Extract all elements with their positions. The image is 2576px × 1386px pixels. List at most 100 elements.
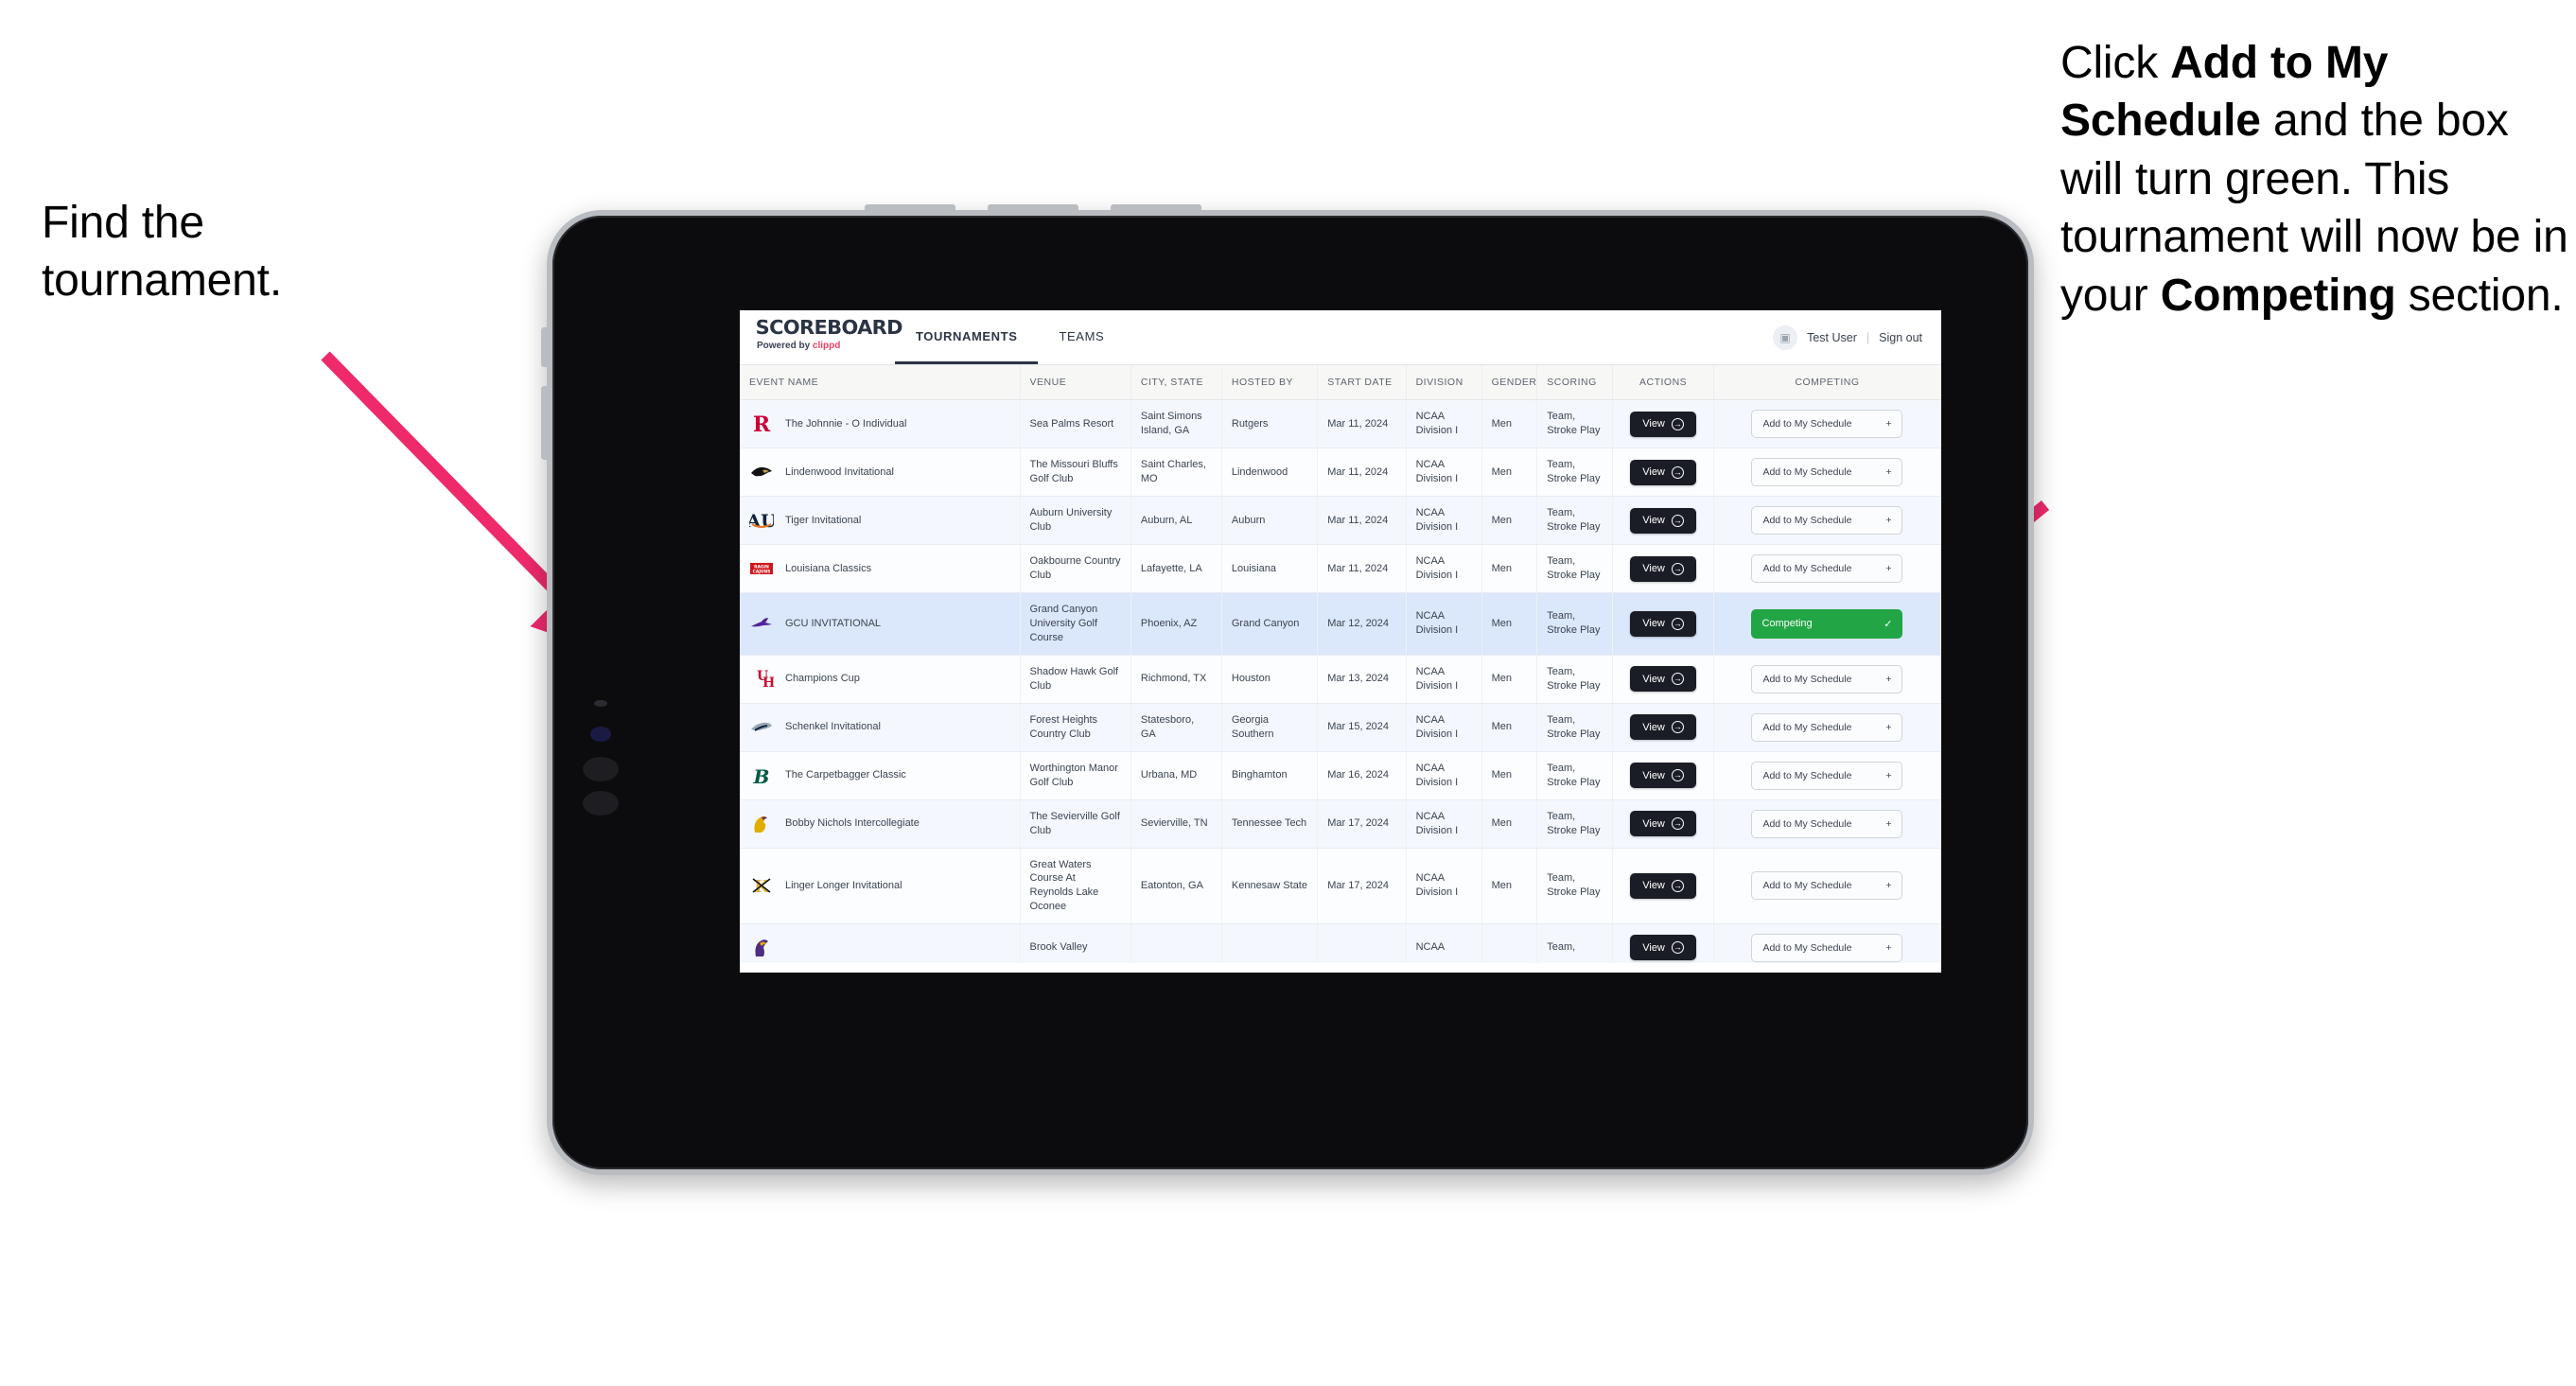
tablet-top-button-1[interactable] xyxy=(865,204,955,216)
cell-gender: Men xyxy=(1481,751,1538,800)
plus-icon: + xyxy=(1885,769,1892,781)
table-header-row: EVENT NAME VENUE CITY, STATE HOSTED BY START… xyxy=(740,365,1941,400)
view-button[interactable]: View → xyxy=(1630,811,1696,837)
cell-competing: Add to My Schedule + xyxy=(1713,496,1941,545)
cell-event-name: Schenkel Invitational xyxy=(740,703,1021,752)
column-header-scoring: SCORING xyxy=(1536,365,1614,400)
view-button[interactable]: View → xyxy=(1630,666,1696,693)
view-button-label: View xyxy=(1642,721,1665,733)
tablet-left-button-2[interactable] xyxy=(541,386,552,460)
event-name-label: Linger Longer Invitational xyxy=(785,879,902,891)
add-to-my-schedule-label: Add to My Schedule xyxy=(1762,721,1852,733)
event-name-label: Schenkel Invitational xyxy=(785,721,881,733)
brand-logo[interactable]: SCOREBOARD Powered by clippd xyxy=(740,310,903,364)
nav-tab-teams[interactable]: TEAMS xyxy=(1038,310,1125,364)
add-to-my-schedule-button[interactable]: Add to My Schedule + xyxy=(1751,410,1903,438)
cell-city-state: Saint Simons Island, GA xyxy=(1130,399,1222,448)
competing-label: Competing xyxy=(1761,618,1813,630)
annotation-right-part-3: Competing xyxy=(2160,270,2396,321)
table-row[interactable]: Bobby Nichols Intercollegiate The Sevierv… xyxy=(740,799,1941,849)
add-to-my-schedule-button[interactable]: Add to My Schedule + xyxy=(1751,458,1903,486)
cell-gender: Men xyxy=(1481,592,1538,656)
brand-tagline: Powered by clippd xyxy=(757,341,882,351)
cell-hosted-by: Auburn xyxy=(1221,496,1319,545)
cell-actions: View → xyxy=(1612,848,1714,924)
cell-gender: Men xyxy=(1481,447,1538,497)
cell-scoring: Team, Stroke Play xyxy=(1536,399,1614,448)
view-button[interactable]: View → xyxy=(1630,555,1696,582)
cell-gender: Men xyxy=(1481,399,1538,448)
cell-gender: Men xyxy=(1481,655,1538,704)
cell-start-date: Mar 11, 2024 xyxy=(1317,447,1407,497)
cell-competing: Add to My Schedule + xyxy=(1713,655,1941,704)
add-to-my-schedule-button[interactable]: Add to My Schedule + xyxy=(1751,506,1903,535)
table-row[interactable]: R The Johnnie - O Individual Sea Palms Res… xyxy=(740,399,1941,448)
team-logo-icon xyxy=(749,611,774,636)
add-to-my-schedule-label: Add to My Schedule xyxy=(1762,880,1852,892)
cell-competing: Add to My Schedule + xyxy=(1713,399,1941,448)
view-button[interactable]: View → xyxy=(1630,459,1696,485)
add-to-my-schedule-label: Add to My Schedule xyxy=(1762,418,1852,430)
tablet-left-button-1[interactable] xyxy=(541,327,552,367)
column-header-competing: COMPETING xyxy=(1713,365,1941,400)
cell-start-date: Mar 17, 2024 xyxy=(1317,799,1407,849)
svg-text:R: R xyxy=(753,412,771,436)
add-to-my-schedule-label: Add to My Schedule xyxy=(1762,769,1852,781)
cell-city-state: Eatonton, GA xyxy=(1130,848,1222,924)
tablet-top-button-2[interactable] xyxy=(988,204,1078,216)
cell-event-name: U H Champions Cup xyxy=(740,655,1021,704)
cell-division: NCAA Division I xyxy=(1406,751,1482,800)
nav-tab-tournaments[interactable]: TOURNAMENTS xyxy=(895,310,1039,364)
view-button[interactable]: View → xyxy=(1630,763,1696,789)
sign-out-link[interactable]: Sign out xyxy=(1879,331,1922,344)
add-to-my-schedule-button[interactable]: Add to My Schedule + xyxy=(1751,664,1903,693)
add-to-my-schedule-label: Add to My Schedule xyxy=(1762,941,1852,954)
competing-button[interactable]: Competing ✓ xyxy=(1751,608,1903,639)
add-to-my-schedule-button[interactable]: Add to My Schedule + xyxy=(1751,554,1903,583)
view-button[interactable]: View → xyxy=(1630,872,1696,899)
view-button-label: View xyxy=(1642,515,1665,526)
cell-division: NCAA Division I xyxy=(1406,703,1482,752)
cell-start-date: Mar 15, 2024 xyxy=(1317,703,1407,752)
cell-start-date: Mar 13, 2024 xyxy=(1317,655,1407,704)
add-to-my-schedule-button[interactable]: Add to My Schedule + xyxy=(1751,712,1903,742)
cell-venue: Shadow Hawk Golf Club xyxy=(1020,655,1131,704)
tablet-camera xyxy=(590,727,611,742)
column-header-venue: VENUE xyxy=(1020,365,1131,400)
cell-gender: Men xyxy=(1481,799,1538,849)
cell-gender: Men xyxy=(1481,544,1538,593)
cell-scoring: Team, Stroke Play xyxy=(1536,447,1614,497)
annotation-right: Click Add to My Schedule and the box wil… xyxy=(2060,34,2576,325)
add-to-my-schedule-button[interactable]: Add to My Schedule + xyxy=(1751,871,1903,901)
view-button[interactable]: View → xyxy=(1630,935,1696,961)
avatar[interactable]: ▣ xyxy=(1773,325,1798,350)
add-to-my-schedule-button[interactable]: Add to My Schedule + xyxy=(1751,933,1903,962)
plus-icon: + xyxy=(1885,673,1892,685)
table-row[interactable]: K Linger Longer Invitational Great Waters … xyxy=(740,848,1941,924)
table-row[interactable]: B The Carpetbagger Classic Worthington Man… xyxy=(740,751,1941,800)
cell-division: NCAA Division I xyxy=(1406,496,1482,545)
table-row[interactable]: Schenkel Invitational Forest Heights Coun… xyxy=(740,703,1941,752)
plus-icon: + xyxy=(1885,466,1892,478)
view-button[interactable]: View → xyxy=(1630,411,1696,437)
cell-actions: View → xyxy=(1612,592,1714,656)
tablet-top-button-3[interactable] xyxy=(1111,204,1201,216)
cell-event-name: GCU INVITATIONAL xyxy=(740,592,1021,656)
view-button[interactable]: View → xyxy=(1630,610,1696,637)
table-row[interactable]: Lindenwood Invitational The Missouri Bluf… xyxy=(740,447,1941,497)
table-row[interactable]: GCU INVITATIONAL Grand Canyon University … xyxy=(740,592,1941,656)
cell-event-name: Bobby Nichols Intercollegiate xyxy=(740,799,1021,849)
table-row[interactable]: RAGIN CAJUNS Louisiana Classics Oakbourne C… xyxy=(740,544,1941,593)
add-to-my-schedule-button[interactable]: Add to My Schedule + xyxy=(1751,809,1903,838)
view-button[interactable]: View → xyxy=(1630,714,1696,741)
table-row[interactable]: U H Champions Cup Shadow Hawk Golf Club Rich… xyxy=(740,655,1941,704)
cell-hosted-by: Kennesaw State xyxy=(1221,848,1319,924)
svg-text:AU: AU xyxy=(749,511,774,532)
event-name-label: Bobby Nichols Intercollegiate xyxy=(785,817,920,830)
view-button-label: View xyxy=(1642,880,1665,892)
cell-division: NCAA Division I xyxy=(1406,447,1482,497)
cell-venue: The Sevierville Golf Club xyxy=(1020,799,1131,849)
table-row[interactable]: AU Tiger Invitational Auburn University Cl… xyxy=(740,496,1941,545)
add-to-my-schedule-button[interactable]: Add to My Schedule + xyxy=(1751,761,1903,790)
view-button[interactable]: View → xyxy=(1630,507,1696,534)
